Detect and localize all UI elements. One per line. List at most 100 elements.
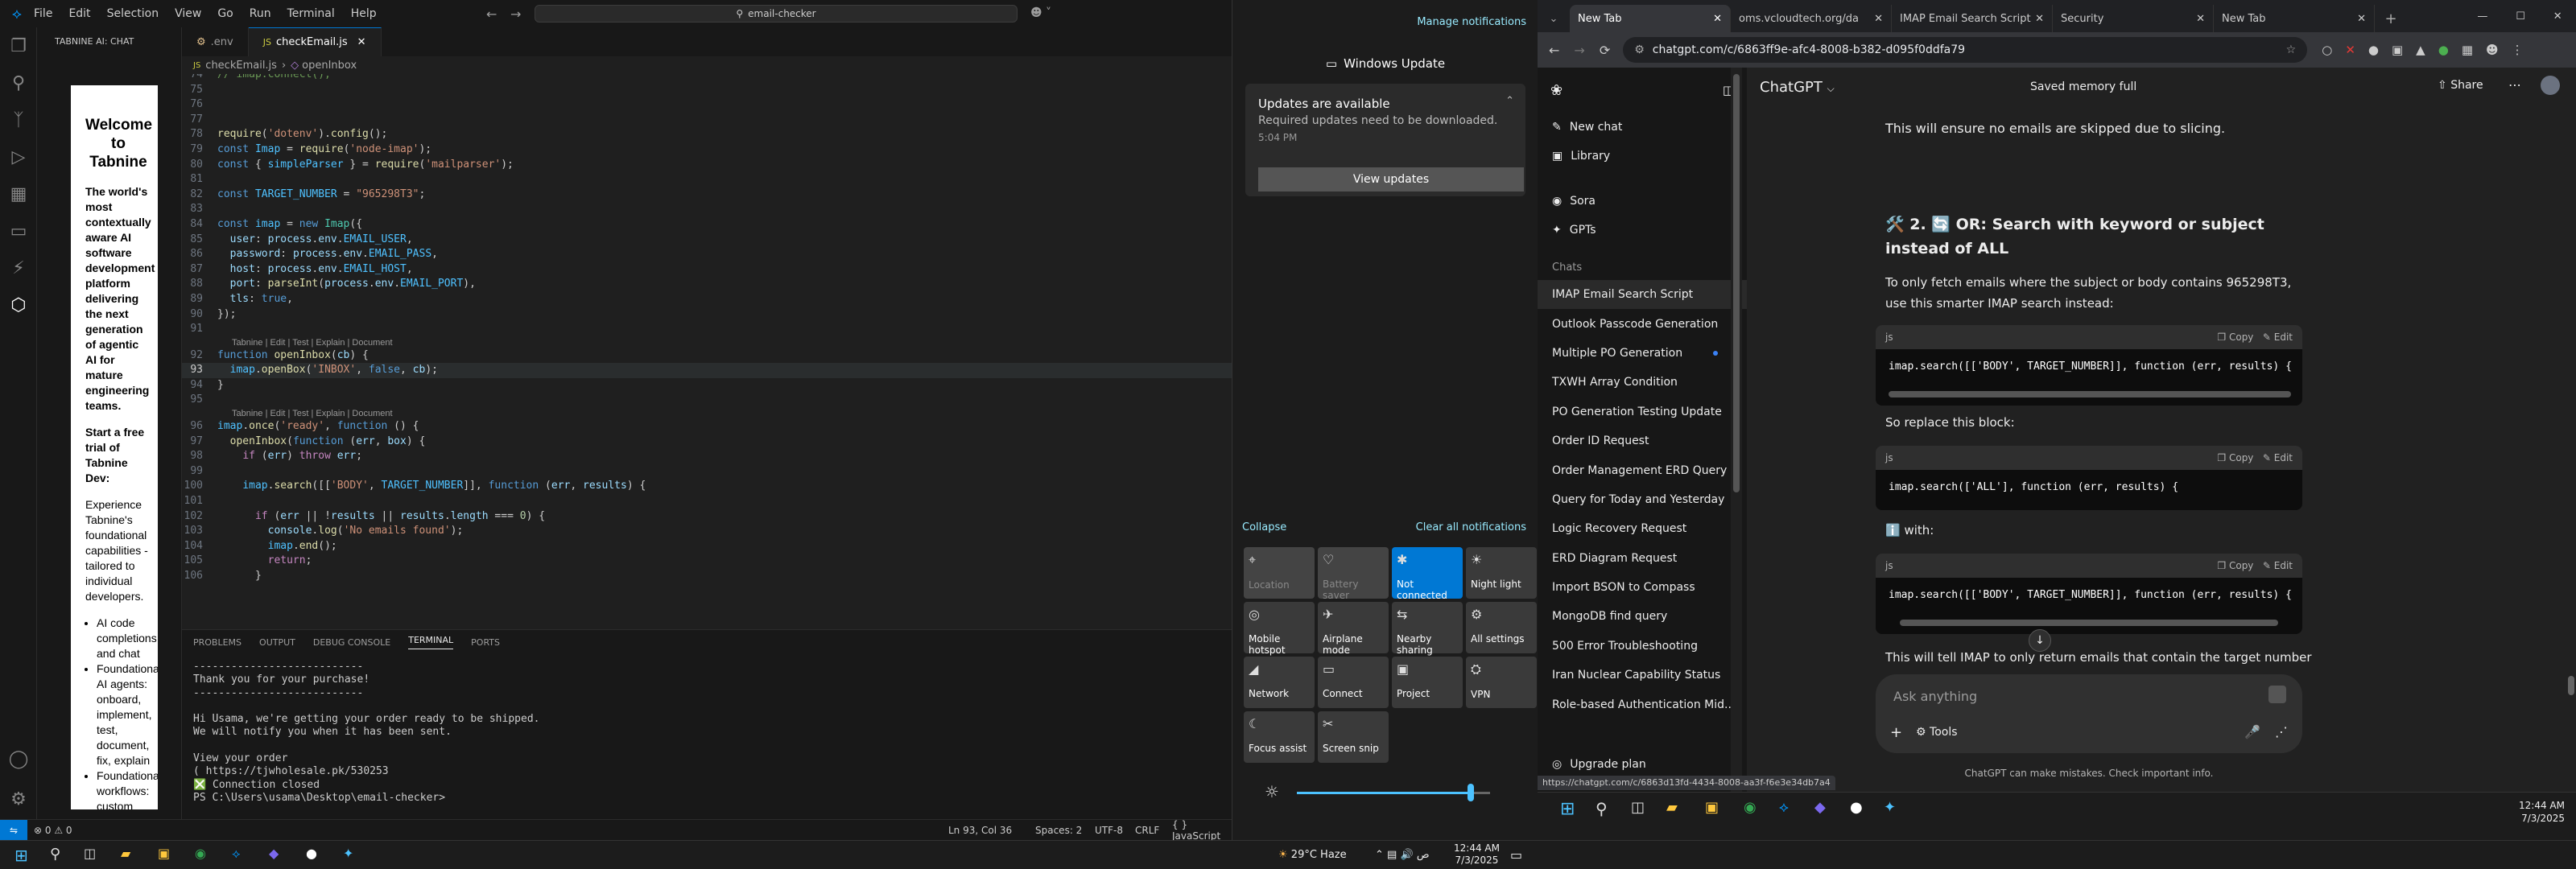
extension-icon[interactable]: ▣ — [2392, 43, 2403, 57]
chevron-up-icon[interactable]: ⌃ — [1375, 849, 1384, 861]
menu-selection[interactable]: Selection — [107, 7, 159, 20]
chat-history-item[interactable]: Logic Recovery Request — [1538, 514, 1747, 543]
clock[interactable]: 12:44 AM 7/3/2025 — [1454, 842, 1500, 867]
edit-button[interactable]: ✎ Edit — [2263, 452, 2293, 463]
file-explorer-icon[interactable]: ▰ — [1666, 799, 1678, 816]
copilot-chat-icon[interactable]: ⚡ — [0, 249, 37, 286]
search-icon[interactable]: ⚲ — [1596, 799, 1608, 818]
quick-action-tile[interactable]: ⇆ Nearby sharing — [1392, 602, 1463, 656]
close-icon[interactable]: ✕ — [2357, 13, 2366, 25]
clock[interactable]: 12:44 AM 7/3/2025 — [2519, 799, 2565, 825]
menu-file[interactable]: File — [34, 7, 52, 20]
extension-icon[interactable]: ○ — [2322, 43, 2332, 57]
tools-button[interactable]: ⚙ Tools — [1916, 726, 1958, 739]
brightness-slider-track[interactable] — [1297, 784, 1490, 801]
app-icon[interactable]: ● — [306, 846, 317, 861]
code-editor[interactable]: 74// imap.connect(); 75 76 77 78 require(… — [182, 74, 1232, 637]
horizontal-scrollbar[interactable] — [1889, 391, 2291, 397]
app-icon[interactable]: ✦ — [343, 846, 353, 861]
chat-history-item[interactable]: ERD Diagram Request — [1538, 544, 1747, 573]
tab-search-icon[interactable]: ⌄ — [1538, 5, 1570, 32]
more-options-icon[interactable]: ⋯ — [2508, 77, 2521, 93]
bookmark-star-icon[interactable]: ☆ — [2286, 43, 2297, 56]
close-window-icon[interactable]: ✕ — [2553, 10, 2562, 23]
network-icon[interactable]: ▤ — [1387, 849, 1397, 861]
task-view-icon[interactable]: ◫ — [1631, 799, 1645, 816]
search-icon[interactable]: ⚲ — [50, 846, 60, 863]
chat-history-item[interactable]: Order ID Request — [1538, 426, 1747, 455]
sidebar-scrollbar[interactable] — [1731, 68, 1742, 800]
command-center-search[interactable]: ⚲ email-checker — [535, 5, 1018, 23]
tab-env[interactable]: ⚙ .env — [182, 27, 249, 56]
settings-gear-icon[interactable]: ⚙ — [0, 780, 37, 818]
browser-tab[interactable]: Security ✕ — [2053, 5, 2214, 32]
close-icon[interactable]: ✕ — [2035, 13, 2044, 25]
microphone-icon[interactable]: 🎤 — [2244, 724, 2260, 739]
horizontal-scrollbar[interactable] — [1900, 620, 2278, 626]
chat-history-item[interactable]: Query for Today and Yesterday — [1538, 485, 1747, 514]
tab-output[interactable]: OUTPUT — [259, 637, 295, 648]
terminal-output[interactable]: --------------------------- Thank you fo… — [182, 654, 1232, 811]
copilot-icon[interactable]: ☻ ˅ — [1030, 6, 1051, 19]
add-icon[interactable]: + — [1890, 724, 1902, 741]
quick-action-tile[interactable]: ◎ Mobile hotspot — [1244, 602, 1315, 656]
menu-terminal[interactable]: Terminal — [287, 7, 335, 20]
back-icon[interactable]: ← — [1549, 43, 1559, 58]
app-icon[interactable]: ✦ — [1884, 799, 1896, 816]
edit-button[interactable]: ✎ Edit — [2263, 332, 2293, 343]
explorer-icon[interactable]: ❐ — [0, 27, 37, 64]
chrome-icon[interactable]: ◉ — [1744, 799, 1757, 816]
close-icon[interactable]: ✕ — [357, 36, 366, 48]
sidebar-item-gpts[interactable]: ✦ GPTs — [1538, 216, 1747, 245]
menu-go[interactable]: Go — [217, 7, 233, 20]
memory-status[interactable]: Saved memory full — [2030, 80, 2136, 93]
task-view-icon[interactable]: ◫ — [84, 846, 96, 861]
scrollbar-thumb[interactable] — [2568, 676, 2574, 695]
app-icon[interactable]: ◆ — [1814, 799, 1826, 816]
line-endings[interactable]: CRLF — [1135, 825, 1159, 836]
quick-action-tile[interactable]: ✂ Screen snip — [1318, 711, 1389, 763]
extension-icon[interactable]: ● — [2438, 43, 2449, 57]
store-icon[interactable]: ▣ — [1705, 799, 1719, 816]
chevron-up-icon[interactable]: ⌃ — [1505, 95, 1514, 107]
tabnine-icon[interactable]: ⬡ — [0, 286, 37, 323]
menu-help[interactable]: Help — [351, 7, 377, 20]
language-icon[interactable]: ص — [1417, 849, 1430, 861]
quick-action-tile[interactable]: ▣ Project — [1392, 657, 1463, 708]
quick-action-tile[interactable]: ☀ Night light — [1466, 547, 1537, 599]
vscode-icon[interactable]: ⟡ — [1779, 799, 1789, 816]
windows-start-icon[interactable]: ⊞ — [1560, 799, 1575, 819]
quick-action-tile[interactable]: ☾ Focus assist — [1244, 711, 1315, 763]
tab-checkemail[interactable]: JS checkEmail.js ✕ — [248, 27, 382, 56]
site-info-icon[interactable]: ⚙ — [1634, 43, 1645, 56]
new-tab-icon[interactable]: + — [2375, 5, 2407, 32]
weather-widget[interactable]: ☀ 29°C Haze — [1278, 849, 1347, 861]
clear-all-link[interactable]: Clear all notifications — [1416, 521, 1526, 533]
brightness-slider-thumb[interactable] — [1468, 784, 1474, 801]
more-menu-icon[interactable]: ⋮ — [2512, 43, 2524, 57]
menu-run[interactable]: Run — [250, 7, 271, 20]
notification-center-icon[interactable]: ▭ — [1510, 847, 1522, 863]
account-icon[interactable]: ◯ — [0, 740, 37, 777]
browser-tab[interactable]: New Tab ✕ — [2214, 5, 2375, 32]
chat-history-item[interactable]: TXWH Array Condition — [1538, 368, 1747, 397]
view-updates-button[interactable]: View updates — [1258, 167, 1524, 192]
breadcrumb-file[interactable]: checkEmail.js — [205, 60, 277, 72]
profile-avatar[interactable]: ☻ — [2486, 43, 2499, 57]
quick-action-tile[interactable]: ⌖ Location — [1244, 547, 1315, 599]
openai-logo-icon[interactable]: ❀ — [1550, 82, 1563, 99]
close-icon[interactable]: ✕ — [1713, 13, 1722, 25]
file-explorer-icon[interactable]: ▰ — [121, 846, 130, 861]
tab-ports[interactable]: PORTS — [471, 637, 500, 648]
extension-icon[interactable]: ✕ — [2345, 43, 2355, 57]
close-icon[interactable]: ✕ — [2196, 13, 2205, 25]
quick-action-tile[interactable]: ⚙ All settings — [1466, 602, 1537, 653]
run-debug-icon[interactable]: ▷ — [0, 138, 37, 175]
breadcrumb-symbol[interactable]: openInbox — [302, 60, 357, 72]
app-icon[interactable]: ● — [1850, 799, 1863, 816]
chat-history-item[interactable]: PO Generation Testing Update — [1538, 397, 1747, 426]
close-icon[interactable]: ✕ — [1874, 13, 1883, 25]
tab-terminal[interactable]: TERMINAL — [408, 635, 454, 649]
maximize-icon[interactable]: ☐ — [2516, 10, 2525, 23]
chat-history-item[interactable]: 500 Error Troubleshooting — [1538, 632, 1747, 661]
